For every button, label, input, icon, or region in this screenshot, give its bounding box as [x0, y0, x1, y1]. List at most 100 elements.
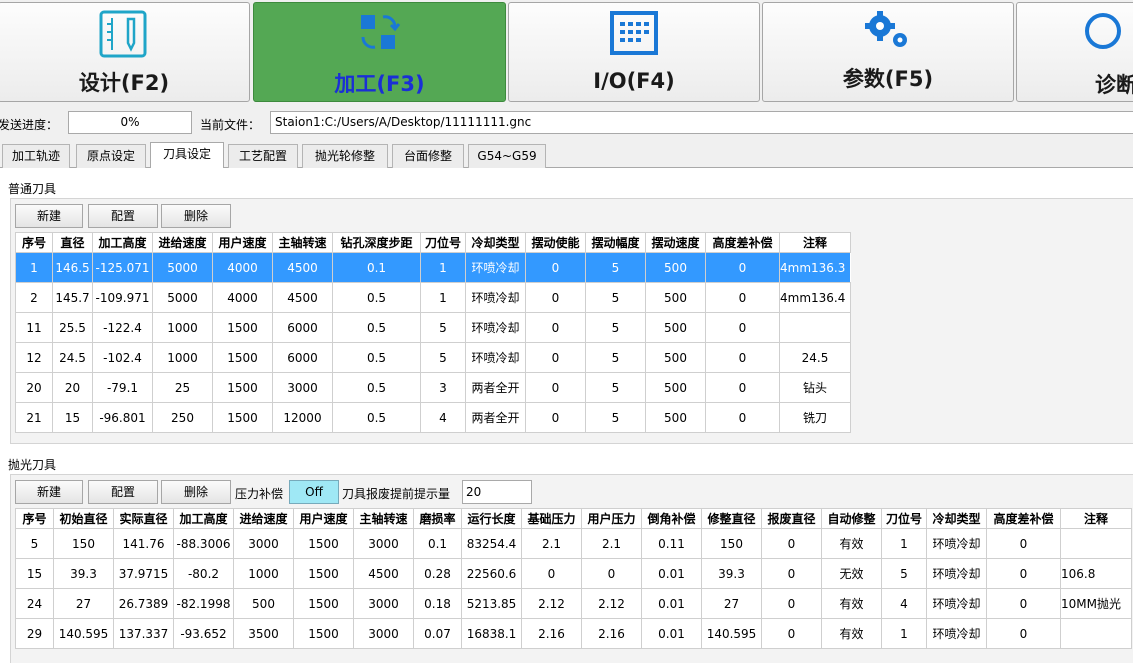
polish-table-cell[interactable]: 环喷冷却 — [926, 618, 987, 649]
polish-table-cell[interactable]: 1500 — [293, 558, 354, 589]
polish-table-cell[interactable]: 0.01 — [641, 618, 702, 649]
polish-table-cell[interactable]: 3000 — [353, 588, 414, 619]
normal-table-cell[interactable]: 4000 — [212, 282, 273, 313]
normal-table-cell[interactable]: 两者全开 — [465, 402, 526, 433]
normal-table-cell[interactable]: 0.5 — [332, 372, 421, 403]
normal-new-button[interactable]: 新建 — [15, 204, 83, 228]
normal-config-button[interactable]: 配置 — [88, 204, 158, 228]
polish-col-header[interactable]: 进给速度 — [233, 508, 294, 529]
normal-table-cell[interactable] — [779, 312, 851, 343]
normal-table-cell[interactable]: 环喷冷却 — [465, 252, 526, 283]
normal-table-cell[interactable]: 1 — [15, 252, 53, 283]
polish-table-cell[interactable]: 24 — [15, 588, 54, 619]
polish-col-header[interactable]: 刀位号 — [881, 508, 927, 529]
polish-table-cell[interactable]: 0 — [761, 558, 822, 589]
polish-table-cell[interactable]: 环喷冷却 — [926, 558, 987, 589]
normal-col-header[interactable]: 刀位号 — [420, 232, 466, 253]
polish-table-cell[interactable]: 141.76 — [113, 528, 174, 559]
normal-table-cell[interactable]: 0.5 — [332, 282, 421, 313]
polish-table-cell[interactable]: 有效 — [821, 618, 882, 649]
polish-table-cell[interactable]: 0 — [581, 558, 642, 589]
normal-table-cell[interactable]: 145.7 — [52, 282, 93, 313]
polish-table-cell[interactable]: 0.01 — [641, 558, 702, 589]
polish-table-cell[interactable]: -93.652 — [173, 618, 234, 649]
normal-col-header[interactable]: 冷却类型 — [465, 232, 526, 253]
normal-table-cell[interactable]: 12000 — [272, 402, 333, 433]
normal-table-cell[interactable]: 0.1 — [332, 252, 421, 283]
polish-table-cell[interactable]: 1 — [881, 618, 927, 649]
polish-table-cell[interactable]: 5 — [881, 558, 927, 589]
polish-table-row[interactable]: 24 27 26.7389 -82.1998 500 1500 3000 0.18 5213.8… — [15, 588, 1132, 619]
polish-col-header[interactable]: 冷却类型 — [926, 508, 987, 529]
normal-table-cell[interactable]: 0 — [705, 342, 780, 373]
polish-table-cell[interactable]: 4500 — [353, 558, 414, 589]
polish-table-cell[interactable]: 10MM抛光 — [1060, 588, 1132, 619]
normal-table-cell[interactable]: 500 — [645, 342, 706, 373]
normal-table-cell[interactable]: -102.4 — [92, 342, 153, 373]
polish-table-cell[interactable]: 5213.85 — [461, 588, 522, 619]
polish-col-header[interactable]: 初始直径 — [53, 508, 114, 529]
normal-table-cell[interactable]: 11 — [15, 312, 53, 343]
normal-table-cell[interactable]: 500 — [645, 372, 706, 403]
normal-table-cell[interactable]: 4 — [420, 402, 466, 433]
normal-table-cell[interactable]: 21 — [15, 402, 53, 433]
polish-table-row[interactable]: 5 150 141.76 -88.3006 3000 1500 3000 0.1 83254.4… — [15, 528, 1132, 559]
normal-table-cell[interactable]: 500 — [645, 252, 706, 283]
polish-table-cell[interactable]: 环喷冷却 — [926, 528, 987, 559]
normal-table-cell[interactable]: 146.5 — [52, 252, 93, 283]
normal-table-cell[interactable]: 5 — [585, 402, 646, 433]
normal-table-cell[interactable]: 20 — [15, 372, 53, 403]
polish-table-cell[interactable]: 140.595 — [701, 618, 762, 649]
polish-table-cell[interactable]: 37.9715 — [113, 558, 174, 589]
polish-table-cell[interactable]: 3000 — [353, 528, 414, 559]
normal-table-cell[interactable]: 0 — [525, 402, 586, 433]
normal-table-cell[interactable]: 1500 — [212, 402, 273, 433]
normal-table-cell[interactable]: 环喷冷却 — [465, 342, 526, 373]
polish-table-cell[interactable]: 22560.6 — [461, 558, 522, 589]
normal-table-cell[interactable]: 20 — [52, 372, 93, 403]
normal-table-cell[interactable]: 5000 — [152, 282, 213, 313]
polish-table-cell[interactable]: 0.07 — [413, 618, 462, 649]
normal-table-cell[interactable]: 4500 — [272, 282, 333, 313]
polish-table-cell[interactable]: 0.28 — [413, 558, 462, 589]
polish-table-cell[interactable]: 83254.4 — [461, 528, 522, 559]
polish-col-header[interactable]: 倒角补偿 — [641, 508, 702, 529]
polish-table-cell[interactable] — [1060, 528, 1132, 559]
current-file-field[interactable]: Staion1:C:/Users/A/Desktop/11111111.gnc — [270, 111, 1133, 134]
polish-col-header[interactable]: 用户压力 — [581, 508, 642, 529]
normal-table-row[interactable]: 2 145.7 -109.971 5000 4000 4500 0.5 1 环喷冷却 0 5 500 0… — [15, 282, 851, 313]
polish-table-cell[interactable]: 0 — [761, 528, 822, 559]
polish-table-cell[interactable]: -80.2 — [173, 558, 234, 589]
polish-col-header[interactable]: 磨损率 — [413, 508, 462, 529]
normal-table-cell[interactable]: 5000 — [152, 252, 213, 283]
polish-table-cell[interactable]: 2.12 — [521, 588, 582, 619]
normal-table-cell[interactable]: 1500 — [212, 312, 273, 343]
polish-col-header[interactable]: 报废直径 — [761, 508, 822, 529]
polish-table-cell[interactable]: 137.337 — [113, 618, 174, 649]
polish-col-header[interactable]: 修整直径 — [701, 508, 762, 529]
polish-table-cell[interactable]: 2.1 — [521, 528, 582, 559]
polish-table-cell[interactable]: 3500 — [233, 618, 294, 649]
tab-origin-setting[interactable]: 原点设定 — [76, 144, 146, 168]
polish-table-cell[interactable]: 有效 — [821, 588, 882, 619]
normal-table-cell[interactable]: 5 — [585, 342, 646, 373]
polish-table-cell[interactable]: 3000 — [233, 528, 294, 559]
normal-table-cell[interactable]: 5 — [420, 312, 466, 343]
polish-table-cell[interactable]: 0 — [986, 558, 1061, 589]
normal-table-cell[interactable]: 0 — [705, 372, 780, 403]
normal-table-cell[interactable]: 6000 — [272, 342, 333, 373]
normal-table-cell[interactable]: 500 — [645, 282, 706, 313]
normal-table-cell[interactable]: 两者全开 — [465, 372, 526, 403]
polish-table-cell[interactable]: 39.3 — [53, 558, 114, 589]
normal-col-header[interactable]: 进给速度 — [152, 232, 213, 253]
normal-table-cell[interactable]: 0.5 — [332, 402, 421, 433]
normal-table-cell[interactable]: 铣刀 — [779, 402, 851, 433]
params-button[interactable]: 参数(F5) — [762, 2, 1014, 102]
normal-col-header[interactable]: 摆动幅度 — [585, 232, 646, 253]
pressure-comp-toggle[interactable]: Off — [289, 480, 339, 504]
normal-table-cell[interactable]: 1000 — [152, 312, 213, 343]
polish-table-cell[interactable]: 1500 — [293, 528, 354, 559]
normal-col-header[interactable]: 直径 — [52, 232, 93, 253]
normal-col-header[interactable]: 加工高度 — [92, 232, 153, 253]
polish-table-cell[interactable]: 环喷冷却 — [926, 588, 987, 619]
